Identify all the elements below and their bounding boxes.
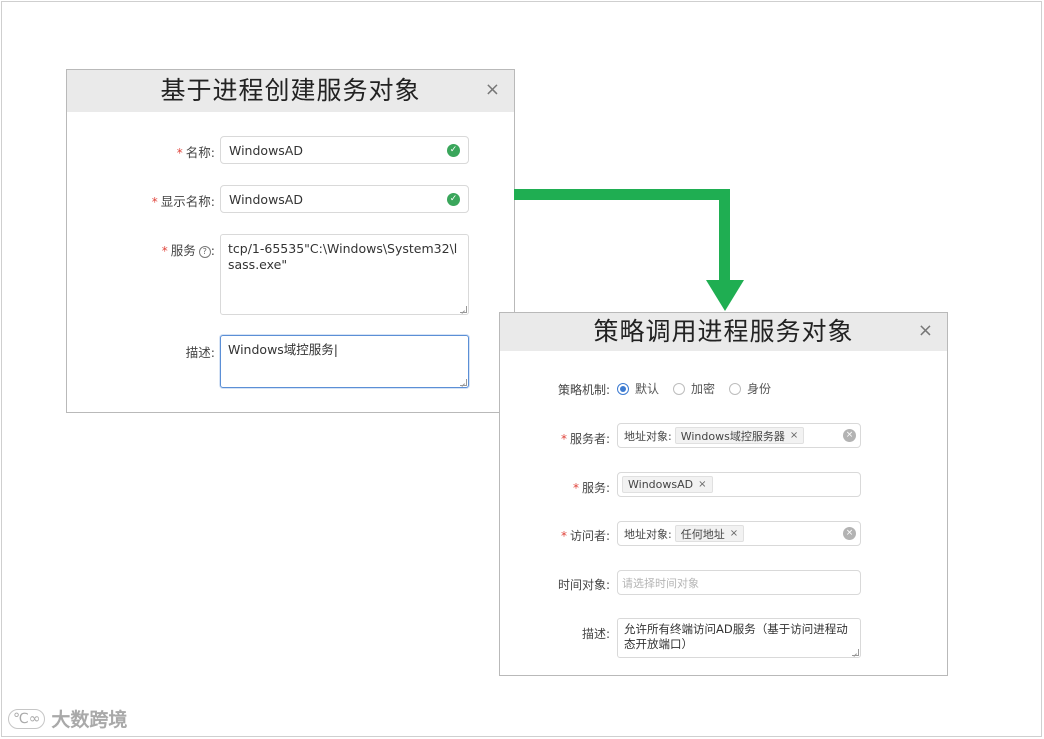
flow-arrow-vertical [719, 189, 730, 283]
visitor-label: * 访问者: [560, 529, 610, 543]
watermark-logo-icon: ℃∞ [8, 708, 46, 729]
display-name-label: * 显示名称: [151, 194, 215, 209]
required-mark: * [161, 244, 168, 258]
policy-description-label: 描述: [581, 627, 610, 641]
policy-service-label: * 服务: [572, 481, 610, 495]
radio-identity[interactable]: 身份 [729, 380, 771, 397]
required-mark: * [151, 195, 158, 209]
dialog-title: 基于进程创建服务对象 [160, 76, 421, 105]
name-input[interactable]: WindowsAD ✓ [220, 136, 469, 164]
resize-handle-icon[interactable] [460, 306, 467, 313]
dialog-title: 策略调用进程服务对象 [593, 317, 854, 346]
radio-encrypt[interactable]: 加密 [673, 380, 715, 397]
tag-remove-icon[interactable]: × [790, 430, 798, 441]
watermark: ℃∞ 大数跨境 [8, 705, 127, 732]
description-value: Windows域控服务| [228, 342, 339, 357]
service-select[interactable]: WindowsAD × [617, 472, 861, 497]
visitor-select[interactable]: 地址对象: 任何地址 × × [617, 521, 861, 546]
time-placeholder: 请选择时间对象 [622, 576, 699, 590]
visitor-prefix: 地址对象: [624, 527, 672, 541]
mechanism-radio-group: 默认 加密 身份 [617, 380, 785, 397]
display-name-value: WindowsAD [229, 191, 303, 207]
policy-description-textarea[interactable]: 允许所有终端访问AD服务（基于访问进程动态开放端口） [617, 618, 861, 658]
server-prefix: 地址对象: [624, 429, 672, 443]
server-tag: Windows域控服务器 × [674, 427, 805, 444]
name-label: * 名称: [176, 145, 215, 160]
service-label: * 服务?: [161, 243, 215, 258]
name-value: WindowsAD [229, 142, 303, 158]
mechanism-label: 策略机制: [557, 383, 610, 397]
service-textarea[interactable]: tcp/1-65535"C:\Windows\System32\lsass.ex… [220, 234, 469, 315]
resize-handle-icon[interactable] [460, 379, 467, 386]
close-icon[interactable]: × [918, 322, 933, 340]
time-label: 时间对象: [557, 578, 610, 592]
flow-arrow-head-icon [706, 280, 744, 311]
valid-check-icon: ✓ [447, 192, 460, 206]
radio-default[interactable]: 默认 [617, 380, 659, 397]
flow-arrow-horizontal [514, 189, 730, 200]
description-textarea[interactable]: Windows域控服务| [220, 335, 469, 388]
create-service-dialog: 基于进程创建服务对象 × * 名称: WindowsAD ✓ * 显示名称: Win… [66, 69, 515, 413]
display-name-input[interactable]: WindowsAD ✓ [220, 185, 469, 213]
resize-handle-icon[interactable] [852, 649, 859, 656]
required-mark: * [560, 432, 567, 446]
server-label: * 服务者: [560, 432, 610, 446]
clear-icon[interactable]: × [843, 429, 856, 442]
policy-dialog: 策略调用进程服务对象 × 策略机制: 默认 加密 身份 * 服务者: 地址对象: … [499, 312, 948, 676]
help-icon[interactable]: ? [198, 246, 211, 258]
radio-unchecked-icon [729, 382, 742, 395]
service-value: tcp/1-65535"C:\Windows\System32\lsass.ex… [228, 241, 458, 272]
dialog-header: 基于进程创建服务对象 × [67, 70, 514, 112]
time-select[interactable]: 请选择时间对象 [617, 570, 861, 595]
required-mark: * [560, 529, 567, 543]
valid-check-icon: ✓ [447, 143, 460, 157]
required-mark: * [176, 146, 183, 160]
close-icon[interactable]: × [485, 81, 500, 99]
tag-remove-icon[interactable]: × [698, 479, 706, 490]
radio-checked-icon [617, 382, 629, 395]
server-select[interactable]: 地址对象: Windows域控服务器 × × [617, 423, 861, 448]
required-mark: * [572, 481, 579, 495]
policy-description-value: 允许所有终端访问AD服务（基于访问进程动态开放端口） [624, 622, 848, 651]
watermark-text: 大数跨境 [51, 709, 128, 731]
clear-icon[interactable]: × [843, 527, 856, 540]
tag-remove-icon[interactable]: × [730, 528, 738, 539]
visitor-tag: 任何地址 × [674, 525, 745, 542]
radio-unchecked-icon [673, 382, 686, 395]
service-tag: WindowsAD × [622, 476, 713, 493]
dialog-header: 策略调用进程服务对象 × [500, 313, 947, 351]
description-label: 描述: [185, 345, 215, 360]
